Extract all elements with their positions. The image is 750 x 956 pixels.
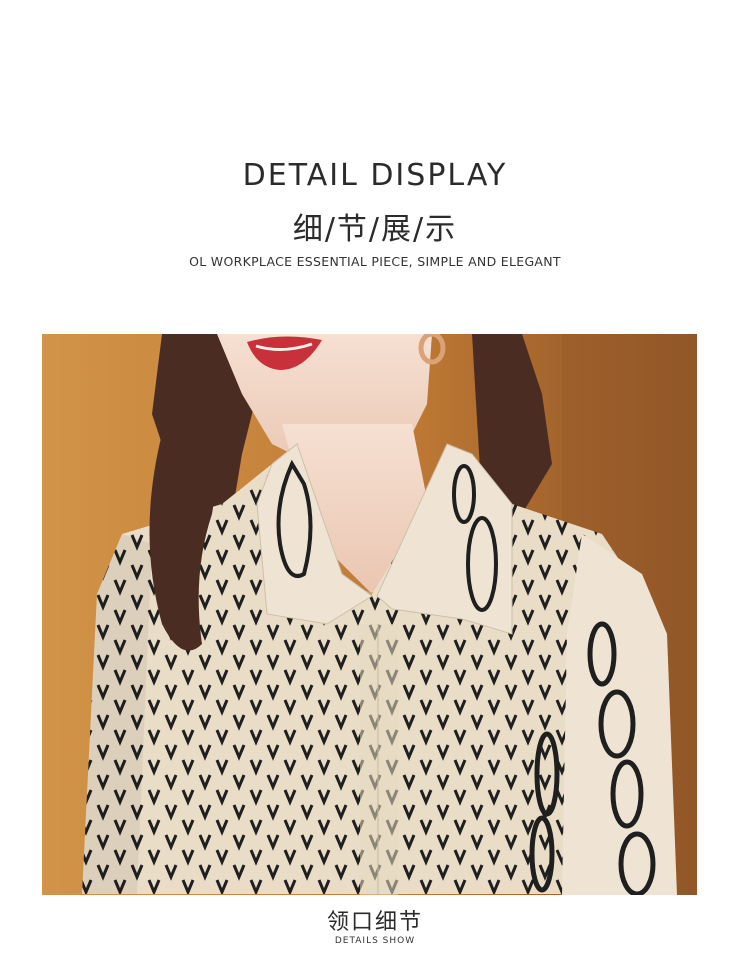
page-title: DETAIL DISPLAY [242,158,508,193]
page-subtitle-chinese: 细/节/展/示 [292,212,458,247]
page-tagline: OL WORKPLACE ESSENTIAL PIECE, SIMPLE AND… [189,254,561,269]
section-caption-english: DETAILS SHOW [334,936,416,946]
section-caption-chinese: 领口细节 [326,910,423,935]
product-photo-illustration [42,334,697,895]
placket [360,624,398,895]
product-photo [42,334,697,895]
